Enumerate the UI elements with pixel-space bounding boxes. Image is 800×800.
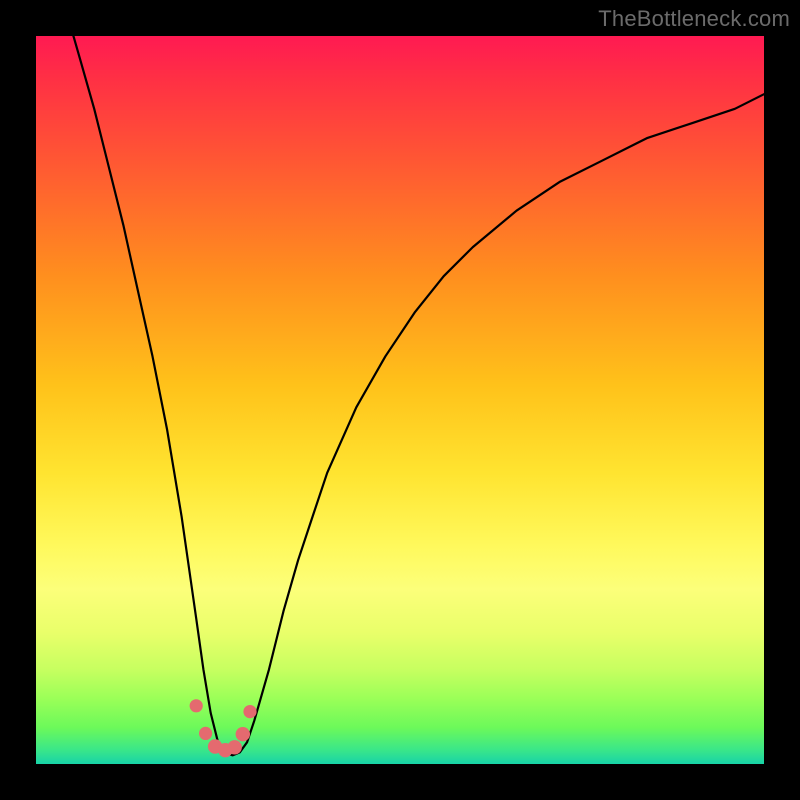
dot-5 xyxy=(228,740,242,754)
dot-6 xyxy=(236,727,250,741)
watermark-text: TheBottleneck.com xyxy=(598,6,790,32)
dot-1 xyxy=(190,699,203,712)
bottleneck-curve xyxy=(51,0,764,755)
chart-svg xyxy=(36,36,764,764)
chart-frame: TheBottleneck.com xyxy=(0,0,800,800)
dot-2 xyxy=(199,727,212,740)
plot-area xyxy=(36,36,764,764)
data-points xyxy=(190,699,257,757)
dot-7 xyxy=(243,705,256,718)
